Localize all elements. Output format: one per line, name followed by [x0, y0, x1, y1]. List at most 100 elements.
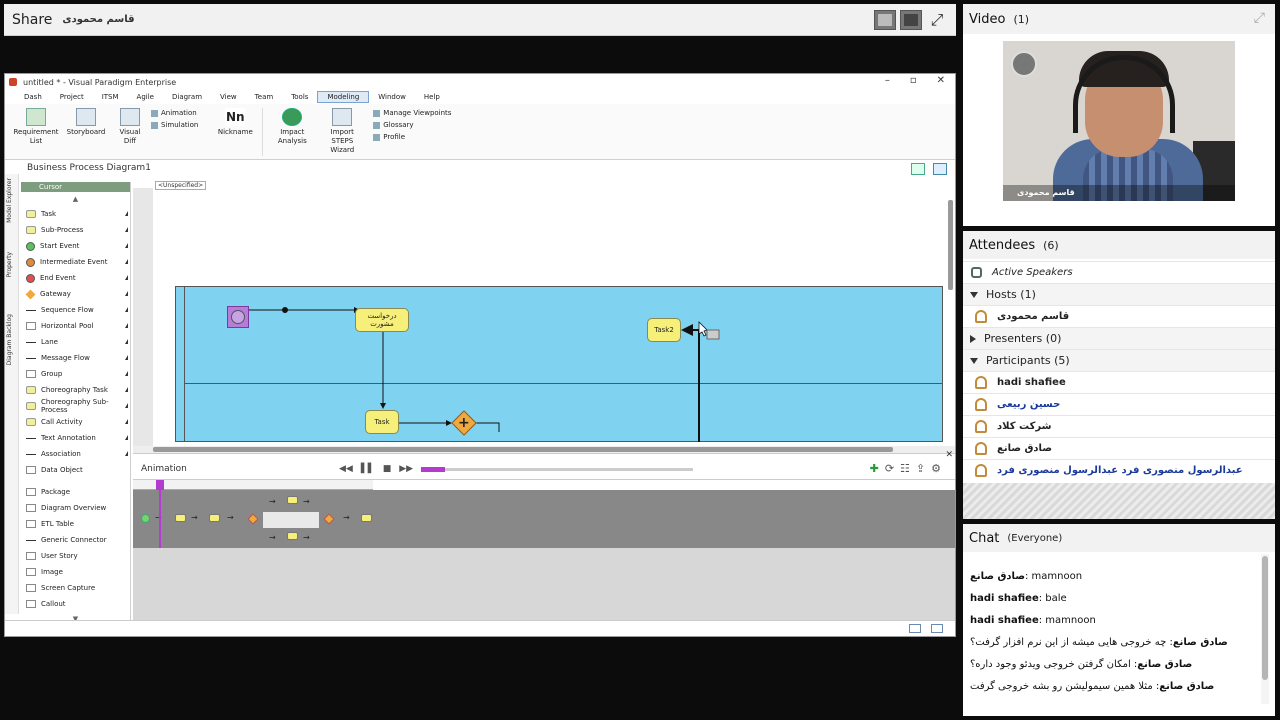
- fast-forward-icon[interactable]: ▶▶: [399, 464, 413, 474]
- close-icon[interactable]: ✕: [937, 75, 945, 86]
- host-row[interactable]: قاسم محمودی: [963, 305, 1275, 327]
- palette-item-group[interactable]: Group: [21, 366, 130, 382]
- canvas-vertical-scrollbar[interactable]: [948, 200, 953, 290]
- palette-item-image[interactable]: Image: [21, 564, 130, 580]
- task-request-consultation[interactable]: درخواست مشورت: [355, 308, 409, 332]
- animation-button[interactable]: Animation: [151, 109, 198, 117]
- menu-help[interactable]: Help: [415, 92, 449, 102]
- side-tab-diagram-backlog[interactable]: Diagram Backlog: [6, 314, 18, 365]
- simulation-button[interactable]: Simulation: [151, 121, 198, 129]
- settings-gear-icon[interactable]: ⚙: [931, 462, 941, 475]
- participants-section[interactable]: Participants (5): [963, 349, 1275, 371]
- chat-scrollbar[interactable]: [1261, 554, 1269, 704]
- palette-item-association[interactable]: Association: [21, 446, 130, 462]
- palette-item-message-flow[interactable]: Message Flow: [21, 350, 130, 366]
- layout-actual-size-button[interactable]: [900, 10, 922, 30]
- add-path-icon[interactable]: ✚: [870, 462, 879, 475]
- animation-close-icon[interactable]: ✕: [945, 450, 953, 460]
- animation-timeline-ruler[interactable]: [133, 480, 373, 490]
- document-icon[interactable]: [931, 624, 943, 633]
- menu-itsm[interactable]: ITSM: [93, 92, 128, 102]
- impact-analysis-button[interactable]: Impact Analysis: [269, 108, 315, 146]
- palette-item-choreography-task[interactable]: Choreography Task: [21, 382, 130, 398]
- menu-project[interactable]: Project: [51, 92, 93, 102]
- layout-fit-button[interactable]: [874, 10, 896, 30]
- rewind-icon[interactable]: ◀◀: [339, 464, 353, 474]
- palette-item-gateway[interactable]: Gateway: [21, 286, 130, 302]
- task[interactable]: Task: [365, 410, 399, 434]
- palette-item-horizontal-pool[interactable]: Horizontal Pool: [21, 318, 130, 334]
- minimize-icon[interactable]: –: [885, 75, 890, 86]
- video-feed[interactable]: قاسم محمودی: [1003, 41, 1235, 201]
- fullscreen-icon[interactable]: ⤢: [926, 10, 948, 30]
- participant-row[interactable]: حسین ربیعی: [963, 393, 1275, 415]
- diagram-canvas[interactable]: <Unspecified> درخواست مشورت Task2 Task +: [133, 180, 955, 454]
- palette-item-choreography-sub-process[interactable]: Choreography Sub-Process: [21, 398, 130, 414]
- palette-item-lane[interactable]: Lane: [21, 334, 130, 350]
- palette-item-sub-process[interactable]: Sub-Process: [21, 222, 130, 238]
- expand-video-icon[interactable]: ⤢: [1254, 10, 1265, 26]
- palette-item-task[interactable]: Task: [21, 206, 130, 222]
- task2[interactable]: Task2: [647, 318, 681, 342]
- animation-playhead[interactable]: [156, 480, 164, 548]
- refresh-icon[interactable]: ⟳: [885, 462, 894, 475]
- profile-button[interactable]: Profile: [373, 133, 451, 141]
- manage-viewpoints-button[interactable]: Manage Viewpoints: [373, 109, 451, 117]
- palette-item-text-annotation[interactable]: Text Annotation: [21, 430, 130, 446]
- menu-modeling[interactable]: Modeling: [317, 91, 370, 103]
- import-steps-wizard-button[interactable]: Import STEPS Wizard: [319, 108, 365, 155]
- visual-diff-button[interactable]: Visual Diff: [113, 108, 147, 146]
- palette-item-screen-capture[interactable]: Screen Capture: [21, 580, 130, 596]
- animation-path-track[interactable]: → → → → → → → →: [133, 490, 955, 548]
- pause-icon[interactable]: ▌▌: [361, 464, 375, 474]
- connector-icon: [26, 357, 36, 359]
- hosts-section[interactable]: Hosts (1): [963, 283, 1275, 305]
- palette-item-generic-connector[interactable]: Generic Connector: [21, 532, 130, 548]
- palette-scroll-down-icon[interactable]: ▼: [21, 612, 130, 620]
- palette-item-data-object[interactable]: Data Object: [21, 462, 130, 478]
- palette-item-intermediate-event[interactable]: Intermediate Event: [21, 254, 130, 270]
- chat-message: صادق صانع: مثلا همین سیمولیشن رو بشه خرو…: [970, 681, 1215, 692]
- menu-agile[interactable]: Agile: [128, 92, 163, 102]
- participant-row[interactable]: صادق صانع: [963, 437, 1275, 459]
- export-icon[interactable]: ⇪: [916, 462, 925, 475]
- side-tab-model-explorer[interactable]: Model Explorer: [6, 178, 18, 223]
- participant-row[interactable]: عبدالرسول منصوری فرد عبدالرسول منصوری فر…: [963, 459, 1275, 481]
- palette-item-package[interactable]: Package: [21, 484, 130, 500]
- diagram-navigator-icon[interactable]: [911, 163, 925, 175]
- palette-item-user-story[interactable]: User Story: [21, 548, 130, 564]
- list-icon[interactable]: ☷: [900, 462, 910, 475]
- nickname-button[interactable]: Nn Nickname: [212, 108, 258, 137]
- presenters-section[interactable]: Presenters (0): [963, 327, 1275, 349]
- palette-item-diagram-overview[interactable]: Diagram Overview: [21, 500, 130, 516]
- palette-item-callout[interactable]: Callout: [21, 596, 130, 612]
- palette-item-end-event[interactable]: End Event: [21, 270, 130, 286]
- mail-icon[interactable]: [909, 624, 921, 633]
- participant-row[interactable]: شرکت کلاد: [963, 415, 1275, 437]
- palette-scroll-up-icon[interactable]: ▲: [21, 192, 130, 206]
- menu-diagram[interactable]: Diagram: [163, 92, 211, 102]
- palette-cursor[interactable]: Cursor: [21, 182, 130, 192]
- side-tab-property[interactable]: Property: [6, 252, 18, 277]
- maximize-icon[interactable]: ▫: [910, 75, 917, 86]
- menu-team[interactable]: Team: [246, 92, 283, 102]
- palette-item-call-activity[interactable]: Call Activity: [21, 414, 130, 430]
- requirement-list-button[interactable]: Requirement List: [13, 108, 59, 146]
- diagram-tab[interactable]: Business Process Diagram1: [27, 163, 151, 173]
- glossary-button[interactable]: Glossary: [373, 121, 451, 129]
- menu-dash[interactable]: Dash: [15, 92, 51, 102]
- menu-view[interactable]: View: [211, 92, 246, 102]
- stop-icon[interactable]: ■: [383, 464, 392, 474]
- diagram-layout-icon[interactable]: [933, 163, 947, 175]
- canvas-horizontal-scrollbar[interactable]: [133, 446, 955, 453]
- storyboard-button[interactable]: Storyboard: [63, 108, 109, 137]
- menu-tools[interactable]: Tools: [282, 92, 317, 102]
- palette-item-etl-table[interactable]: ETL Table: [21, 516, 130, 532]
- palette-item-sequence-flow[interactable]: Sequence Flow: [21, 302, 130, 318]
- participant-row[interactable]: hadi shafiee: [963, 371, 1275, 393]
- start-event[interactable]: [227, 306, 249, 328]
- flow-gateway-out[interactable]: [475, 422, 500, 432]
- palette-item-start-event[interactable]: Start Event: [21, 238, 130, 254]
- animation-progress-slider[interactable]: [421, 467, 693, 472]
- menu-window[interactable]: Window: [369, 92, 415, 102]
